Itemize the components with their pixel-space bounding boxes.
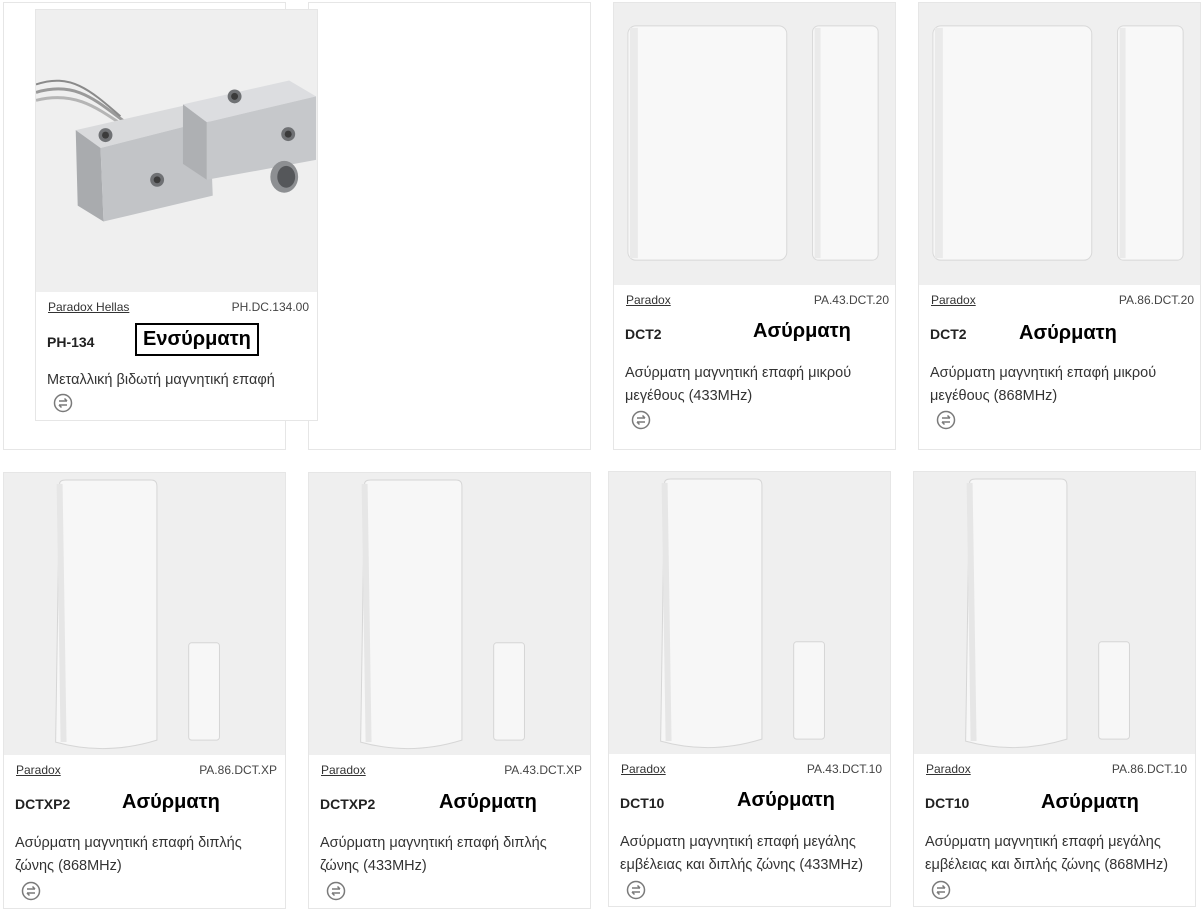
- type-tag: Ασύρματη: [1019, 322, 1117, 344]
- brand-link[interactable]: Paradox: [321, 763, 366, 777]
- product-description: Ασύρματη μαγνητική επαφή διπλής ζώνης (8…: [15, 835, 242, 874]
- compare-icon[interactable]: [626, 880, 646, 900]
- product-card[interactable]: Paradox PA.86.DCT.20 DCT2 Ασύρματη Ασύρμ…: [918, 2, 1201, 450]
- product-image[interactable]: [4, 473, 285, 755]
- product-code[interactable]: DCT2: [930, 326, 967, 342]
- sku: PA.86.DCT.10: [1111, 762, 1187, 776]
- compare-icon[interactable]: [936, 410, 956, 430]
- sku: PA.43.DCT.10: [806, 762, 882, 776]
- brand-link[interactable]: Paradox: [926, 762, 971, 776]
- product-code[interactable]: DCTXP2: [15, 796, 70, 812]
- sku: PA.43.DCT.XP: [504, 763, 582, 777]
- sku: PA.86.DCT.20: [1118, 293, 1194, 307]
- product-description: Ασύρματη μαγνητική επαφή μεγάλης εμβέλει…: [620, 834, 864, 873]
- compare-icon[interactable]: [326, 881, 346, 901]
- product-code[interactable]: DCT10: [620, 795, 664, 811]
- product-card[interactable]: Paradox PA.86.DCT.XP DCTXP2 Ασύρματη Ασύ…: [3, 472, 286, 909]
- product-image[interactable]: [914, 472, 1195, 754]
- product-card[interactable]: Paradox PA.43.DCT.10 DCT10 Ασύρματη Ασύρ…: [608, 471, 891, 907]
- type-tag: Ασύρματη: [737, 789, 835, 811]
- dctxp-image: [360, 479, 525, 750]
- product-card[interactable]: Paradox PA.43.DCT.20 DCT2 Ασύρματη Ασύρμ…: [613, 2, 896, 450]
- product-description: Ασύρματη μαγνητική επαφή μικρού μεγέθους…: [930, 365, 1157, 404]
- dct2-image: [932, 25, 1184, 261]
- product-image[interactable]: [614, 3, 895, 285]
- compare-icon[interactable]: [631, 410, 651, 430]
- sku: PH.DC.134.00: [231, 300, 309, 314]
- dctxp-image: [55, 479, 220, 750]
- product-description: Μεταλλική βιδωτή μαγνητική επαφή: [47, 372, 275, 388]
- card-placeholder: [308, 2, 591, 450]
- compare-icon[interactable]: [931, 880, 951, 900]
- dctxp-image: [660, 478, 825, 749]
- product-card[interactable]: Paradox PA.43.DCT.XP DCTXP2 Ασύρματη Ασύ…: [308, 472, 591, 909]
- sku: PA.86.DCT.XP: [199, 763, 277, 777]
- product-code[interactable]: DCT10: [925, 795, 969, 811]
- product-description: Ασύρματη μαγνητική επαφή διπλής ζώνης (4…: [320, 835, 547, 874]
- type-tag: Ασύρματη: [753, 320, 851, 342]
- sku: PA.43.DCT.20: [813, 293, 889, 307]
- brand-link[interactable]: Paradox: [931, 293, 976, 307]
- product-description: Ασύρματη μαγνητική επαφή μικρού μεγέθους…: [625, 365, 852, 404]
- product-card[interactable]: Paradox PA.86.DCT.10 DCT10 Ασύρματη Ασύρ…: [913, 471, 1196, 907]
- type-tag: Ασύρματη: [439, 791, 537, 813]
- type-tag: Ασύρματη: [1041, 791, 1139, 813]
- product-code[interactable]: PH-134: [47, 334, 94, 350]
- brand-link[interactable]: Paradox: [621, 762, 666, 776]
- product-image[interactable]: [919, 3, 1200, 285]
- brand-link[interactable]: Paradox Hellas: [48, 300, 129, 314]
- dctxp-image: [965, 478, 1130, 749]
- compare-icon[interactable]: [53, 393, 73, 413]
- product-image[interactable]: [36, 10, 317, 292]
- brand-link[interactable]: Paradox: [626, 293, 671, 307]
- dct2-image: [627, 25, 879, 261]
- type-tag: Ασύρματη: [122, 791, 220, 813]
- product-description: Ασύρματη μαγνητική επαφή μεγάλης εμβέλει…: [925, 834, 1169, 873]
- product-image[interactable]: [309, 473, 590, 755]
- product-image[interactable]: [609, 472, 890, 754]
- metal-contact-image: [36, 79, 317, 222]
- product-code[interactable]: DCT2: [625, 326, 662, 342]
- product-code[interactable]: DCTXP2: [320, 796, 375, 812]
- product-card[interactable]: Paradox Hellas PH.DC.134.00 PH-134 Ενσύρ…: [35, 9, 318, 421]
- type-tag: Ενσύρματη: [135, 323, 259, 356]
- brand-link[interactable]: Paradox: [16, 763, 61, 777]
- compare-icon[interactable]: [21, 881, 41, 901]
